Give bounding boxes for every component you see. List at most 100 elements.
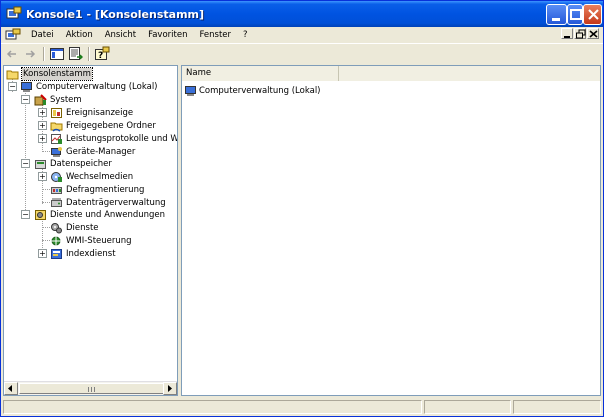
tree-line bbox=[42, 227, 50, 228]
tree-item-computerverwaltung[interactable]: Computerverwaltung (Lokal) bbox=[20, 80, 158, 93]
folder-icon bbox=[6, 68, 19, 80]
maximize-button[interactable] bbox=[567, 4, 583, 25]
collapse-toggle[interactable]: − bbox=[8, 82, 17, 91]
console-tree: Konsolenstamm − Computerverwaltung (Loka… bbox=[4, 66, 178, 381]
collapse-toggle[interactable]: − bbox=[21, 159, 30, 168]
status-cell-2 bbox=[424, 400, 512, 414]
list-item-label: Computerverwaltung (Lokal) bbox=[199, 85, 321, 96]
menu-bar: Datei Aktion Ansicht Favoriten Fenster ? bbox=[1, 27, 603, 43]
scroll-left-button[interactable] bbox=[4, 382, 18, 395]
services-gear-icon bbox=[50, 222, 63, 234]
menu-ansicht[interactable]: Ansicht bbox=[99, 30, 142, 40]
minimize-button[interactable] bbox=[546, 4, 567, 25]
forward-icon[interactable] bbox=[23, 46, 39, 62]
tree-item-dienste-und-anwendungen[interactable]: Dienste und Anwendungen bbox=[34, 208, 165, 221]
tree-label: Datenspeicher bbox=[50, 158, 112, 169]
wmi-control-icon bbox=[50, 235, 63, 247]
title-bar[interactable]: Konsole1 - [Konsolenstamm] bbox=[1, 1, 603, 27]
svg-text:?: ? bbox=[98, 51, 103, 61]
tree-label: Dienste und Anwendungen bbox=[50, 209, 166, 220]
show-hide-console-tree-icon[interactable] bbox=[49, 46, 65, 62]
tree-item-dienste[interactable]: Dienste bbox=[50, 221, 99, 234]
tree-item-system[interactable]: System bbox=[34, 93, 82, 106]
expand-toggle[interactable]: + bbox=[38, 172, 47, 181]
menu-aktion[interactable]: Aktion bbox=[60, 30, 99, 40]
tree-label: Ereignisanzeige bbox=[66, 107, 134, 118]
close-button[interactable] bbox=[583, 4, 602, 25]
shared-folder-icon bbox=[50, 120, 63, 132]
tree-label: Geräte-Manager bbox=[66, 146, 136, 157]
computer-management-icon bbox=[20, 81, 33, 93]
column-header-name[interactable]: Name bbox=[182, 66, 339, 81]
mdi-close-button[interactable] bbox=[587, 28, 599, 39]
tree-item-defragmentierung[interactable]: Defragmentierung bbox=[50, 183, 144, 196]
tree-label: Indexdienst bbox=[66, 248, 116, 259]
mmc-app-icon bbox=[6, 6, 22, 22]
mdi-minimize-button[interactable] bbox=[561, 28, 573, 39]
indexing-service-icon bbox=[50, 248, 63, 260]
tree-line bbox=[42, 189, 50, 190]
expand-toggle[interactable]: + bbox=[38, 121, 47, 130]
collapse-toggle[interactable]: − bbox=[21, 210, 30, 219]
list-item[interactable]: Computerverwaltung (Lokal) bbox=[184, 84, 321, 97]
status-cell-main bbox=[3, 400, 423, 414]
storage-icon bbox=[34, 158, 47, 170]
tree-item-leistungsprotokolle[interactable]: Leistungsprotokolle und Warn bbox=[50, 132, 178, 145]
horizontal-scrollbar[interactable] bbox=[4, 381, 177, 395]
window-title: Konsole1 - [Konsolenstamm] bbox=[26, 7, 205, 21]
tree-label: System bbox=[50, 94, 82, 105]
tree-item-wechselmedien[interactable]: Wechselmedien bbox=[50, 170, 133, 183]
mmc-window: Konsole1 - [Konsolenstamm] Datei Aktion … bbox=[0, 0, 604, 417]
tree-label: Konsolenstamm bbox=[21, 66, 93, 81]
menu-help[interactable]: ? bbox=[237, 30, 254, 40]
tree-label: Dienste bbox=[66, 222, 99, 233]
expand-toggle[interactable]: + bbox=[38, 108, 47, 117]
services-applications-icon bbox=[34, 209, 47, 221]
tree-line bbox=[42, 240, 50, 241]
scroll-right-button[interactable] bbox=[163, 382, 177, 395]
console-menu-icon[interactable] bbox=[5, 28, 21, 42]
tree-line bbox=[42, 151, 50, 152]
toolbar-separator-2 bbox=[88, 46, 90, 61]
mdi-controls bbox=[561, 28, 599, 39]
export-list-icon[interactable] bbox=[68, 46, 84, 62]
expand-toggle[interactable]: + bbox=[38, 249, 47, 258]
result-pane: Name Computerverwaltung (Lokal) bbox=[181, 65, 601, 396]
menu-datei[interactable]: Datei bbox=[25, 30, 60, 40]
console-tree-pane: Konsolenstamm − Computerverwaltung (Loka… bbox=[3, 65, 178, 396]
removable-storage-icon bbox=[50, 171, 63, 183]
back-icon[interactable] bbox=[4, 46, 20, 62]
tree-item-ereignisanzeige[interactable]: Ereignisanzeige bbox=[50, 106, 133, 119]
scroll-grip-icon bbox=[88, 387, 96, 392]
tree-line bbox=[25, 93, 26, 216]
list-header: Name bbox=[182, 66, 600, 81]
scroll-thumb[interactable] bbox=[19, 383, 164, 394]
tree-line bbox=[42, 202, 50, 203]
performance-logs-icon bbox=[50, 133, 63, 145]
event-viewer-icon bbox=[50, 107, 63, 119]
column-header-empty[interactable] bbox=[339, 66, 600, 81]
tree-item-wmi-steuerung[interactable]: WMI-Steuerung bbox=[50, 234, 132, 247]
menu-favoriten[interactable]: Favoriten bbox=[142, 30, 193, 40]
toolbar: ? bbox=[1, 43, 603, 63]
help-icon[interactable]: ? bbox=[94, 46, 110, 62]
tree-label: Defragmentierung bbox=[66, 184, 145, 195]
tree-label: Leistungsprotokolle und Warn bbox=[66, 133, 178, 144]
menu-fenster[interactable]: Fenster bbox=[193, 30, 237, 40]
expand-toggle[interactable]: + bbox=[38, 134, 47, 143]
tree-label: Computerverwaltung (Lokal) bbox=[36, 81, 158, 92]
tree-item-datenspeicher[interactable]: Datenspeicher bbox=[34, 157, 112, 170]
toolbar-separator bbox=[43, 46, 45, 61]
tree-item-konsolenstamm[interactable]: Konsolenstamm bbox=[6, 66, 93, 81]
computer-management-icon bbox=[184, 85, 197, 97]
tree-item-indexdienst[interactable]: Indexdienst bbox=[50, 247, 116, 260]
tree-label: Freigegebene Ordner bbox=[66, 120, 156, 131]
system-tools-icon bbox=[34, 93, 47, 106]
defragmenter-icon bbox=[50, 184, 63, 196]
tree-label: Wechselmedien bbox=[66, 171, 134, 182]
mdi-restore-button[interactable] bbox=[574, 28, 586, 39]
tree-item-freigegebene-ordner[interactable]: Freigegebene Ordner bbox=[50, 119, 156, 132]
tree-label: Datenträgerverwaltung bbox=[66, 197, 166, 208]
collapse-toggle[interactable]: − bbox=[21, 95, 30, 104]
status-bar bbox=[1, 398, 603, 416]
